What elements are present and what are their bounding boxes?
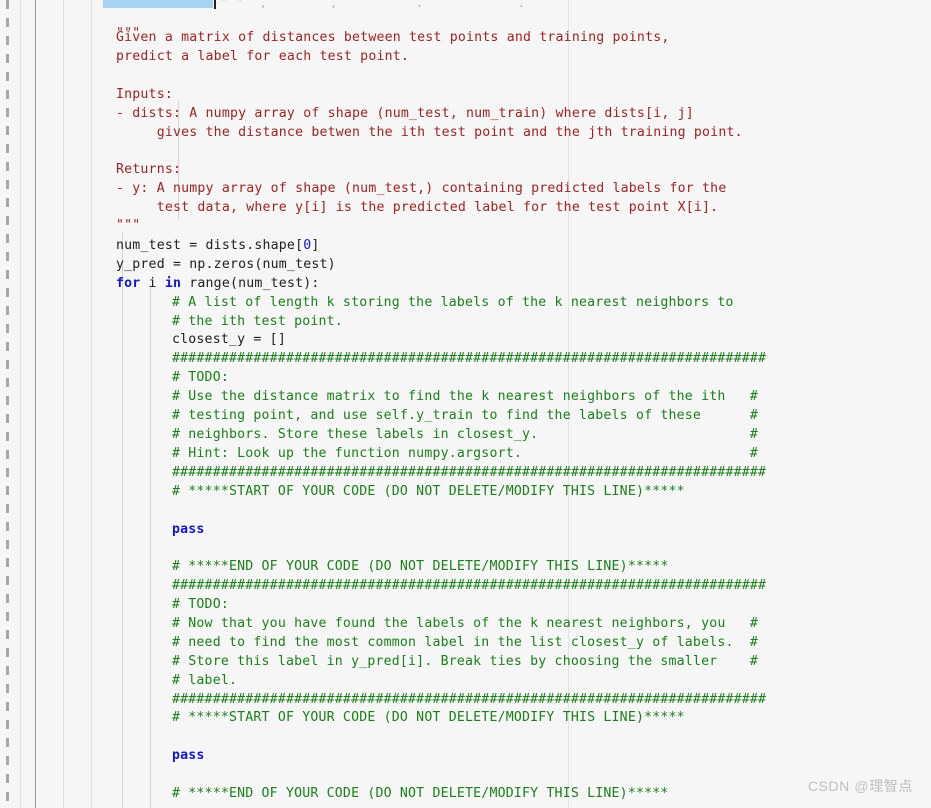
code-line[interactable]: ########################################… xyxy=(172,690,766,709)
code-token: # testing point, and use self.y_train to… xyxy=(172,408,759,423)
code-line[interactable]: gives the distance betwen the ith test p… xyxy=(116,123,743,142)
code-token: num_test = dists.shape xyxy=(116,238,296,253)
code-line[interactable]: Returns: xyxy=(116,160,181,179)
code-token: Inputs: xyxy=(116,87,173,102)
code-token: # A list of length k storing the labels … xyxy=(172,295,734,310)
code-token: closest_y = [] xyxy=(172,332,286,347)
text-selection-highlight xyxy=(103,0,213,8)
code-line[interactable]: # Use the distance matrix to find the k … xyxy=(172,387,758,406)
indent-guide-1 xyxy=(150,285,151,808)
code-token: test data, where y[i] is the predicted l… xyxy=(116,200,719,215)
code-token: ########################################… xyxy=(172,578,767,593)
code-token: """ xyxy=(116,218,141,233)
code-token: range(num_test): xyxy=(181,276,320,291)
code-token: # TODO: xyxy=(172,597,229,612)
code-line[interactable]: Inputs: xyxy=(116,85,173,104)
indent-guide-0 xyxy=(122,232,123,808)
code-line[interactable]: - dists: A numpy array of shape (num_tes… xyxy=(116,104,694,123)
code-token: # Hint: Look up the function numpy.argso… xyxy=(172,446,759,461)
code-token: # label. xyxy=(172,673,238,688)
code-token: y_pred = np.zeros(num_test) xyxy=(116,257,336,272)
code-token: # the ith test point. xyxy=(172,314,343,329)
code-token: ########################################… xyxy=(172,351,767,366)
code-line[interactable]: closest_y = [] xyxy=(172,330,286,349)
code-token: - dists: A numpy array of shape (num_tes… xyxy=(116,106,694,121)
code-token: i xyxy=(140,276,165,291)
code-token: # *****START OF YOUR CODE (DO NOT DELETE… xyxy=(172,484,685,499)
code-line[interactable]: Given a matrix of distances between test… xyxy=(116,28,670,47)
code-token: # neighbors. Store these labels in close… xyxy=(172,427,759,442)
code-token: # TODO: xyxy=(172,370,229,385)
code-line[interactable]: # *****END OF YOUR CODE (DO NOT DELETE/M… xyxy=(172,557,669,576)
code-line[interactable]: - y: A numpy array of shape (num_test,) … xyxy=(116,179,726,198)
code-line[interactable]: # the ith test point. xyxy=(172,312,343,331)
code-line[interactable]: # need to find the most common label in … xyxy=(172,633,758,652)
code-token: # *****START OF YOUR CODE (DO NOT DELETE… xyxy=(172,710,685,725)
code-line[interactable]: # label. xyxy=(172,671,237,690)
code-line[interactable]: predict a label for each test point. xyxy=(116,47,409,66)
code-token: # Now that you have found the labels of … xyxy=(172,616,759,631)
code-line[interactable]: # *****START OF YOUR CODE (DO NOT DELETE… xyxy=(172,708,685,727)
code-token: ] xyxy=(311,238,320,253)
code-line[interactable]: pass xyxy=(172,746,205,765)
code-token: # *****END OF YOUR CODE (DO NOT DELETE/M… xyxy=(172,786,669,801)
code-token: # *****END OF YOUR CODE (DO NOT DELETE/M… xyxy=(172,559,669,574)
code-line[interactable]: # neighbors. Store these labels in close… xyxy=(172,425,758,444)
code-editor[interactable]: " " , , . . """ Given a matrix of distanc… xyxy=(0,0,931,808)
clipped-top-line: " " , , . . xyxy=(220,0,526,8)
code-token: - y: A numpy array of shape (num_test,) … xyxy=(116,181,727,196)
code-token: pass xyxy=(172,748,205,763)
text-caret xyxy=(214,0,216,9)
code-line[interactable]: num_test = dists.shape[0] xyxy=(116,236,320,255)
code-token: # need to find the most common label in … xyxy=(172,635,759,650)
code-line[interactable]: for i in range(num_test): xyxy=(116,274,320,293)
code-line[interactable]: test data, where y[i] is the predicted l… xyxy=(116,198,718,217)
code-line[interactable]: y_pred = np.zeros(num_test) xyxy=(116,255,336,274)
csdn-watermark: CSDN @理智点 xyxy=(807,778,913,794)
code-token: # Use the distance matrix to find the k … xyxy=(172,389,759,404)
code-surface[interactable]: " " , , . . """ Given a matrix of distanc… xyxy=(0,0,931,808)
code-line[interactable]: # Store this label in y_pred[i]. Break t… xyxy=(172,652,758,671)
code-line[interactable]: """ xyxy=(116,216,140,235)
code-line[interactable]: # TODO: xyxy=(172,368,229,387)
code-line[interactable]: pass xyxy=(172,520,205,539)
code-token: Returns: xyxy=(116,162,182,177)
code-line[interactable]: # Now that you have found the labels of … xyxy=(172,614,758,633)
code-line[interactable]: # Hint: Look up the function numpy.argso… xyxy=(172,444,758,463)
code-line[interactable]: # A list of length k storing the labels … xyxy=(172,293,734,312)
code-line[interactable]: # testing point, and use self.y_train to… xyxy=(172,406,758,425)
code-token: ########################################… xyxy=(172,465,767,480)
code-token: [ xyxy=(295,238,304,253)
code-token: ########################################… xyxy=(172,692,767,707)
code-token: predict a label for each test point. xyxy=(116,49,410,64)
code-line[interactable]: ########################################… xyxy=(172,349,766,368)
code-line[interactable]: # *****START OF YOUR CODE (DO NOT DELETE… xyxy=(172,482,685,501)
code-line[interactable]: ########################################… xyxy=(172,463,766,482)
code-line[interactable]: # TODO: xyxy=(172,595,229,614)
code-line[interactable]: # *****END OF YOUR CODE (DO NOT DELETE/M… xyxy=(172,784,669,803)
code-token: # Store this label in y_pred[i]. Break t… xyxy=(172,654,759,669)
code-token: for xyxy=(116,276,141,291)
code-token: in xyxy=(164,276,182,291)
code-token: Given a matrix of distances between test… xyxy=(116,30,670,45)
code-token: gives the distance betwen the ith test p… xyxy=(116,125,743,140)
code-line[interactable]: ########################################… xyxy=(172,576,766,595)
code-token: pass xyxy=(172,522,205,537)
